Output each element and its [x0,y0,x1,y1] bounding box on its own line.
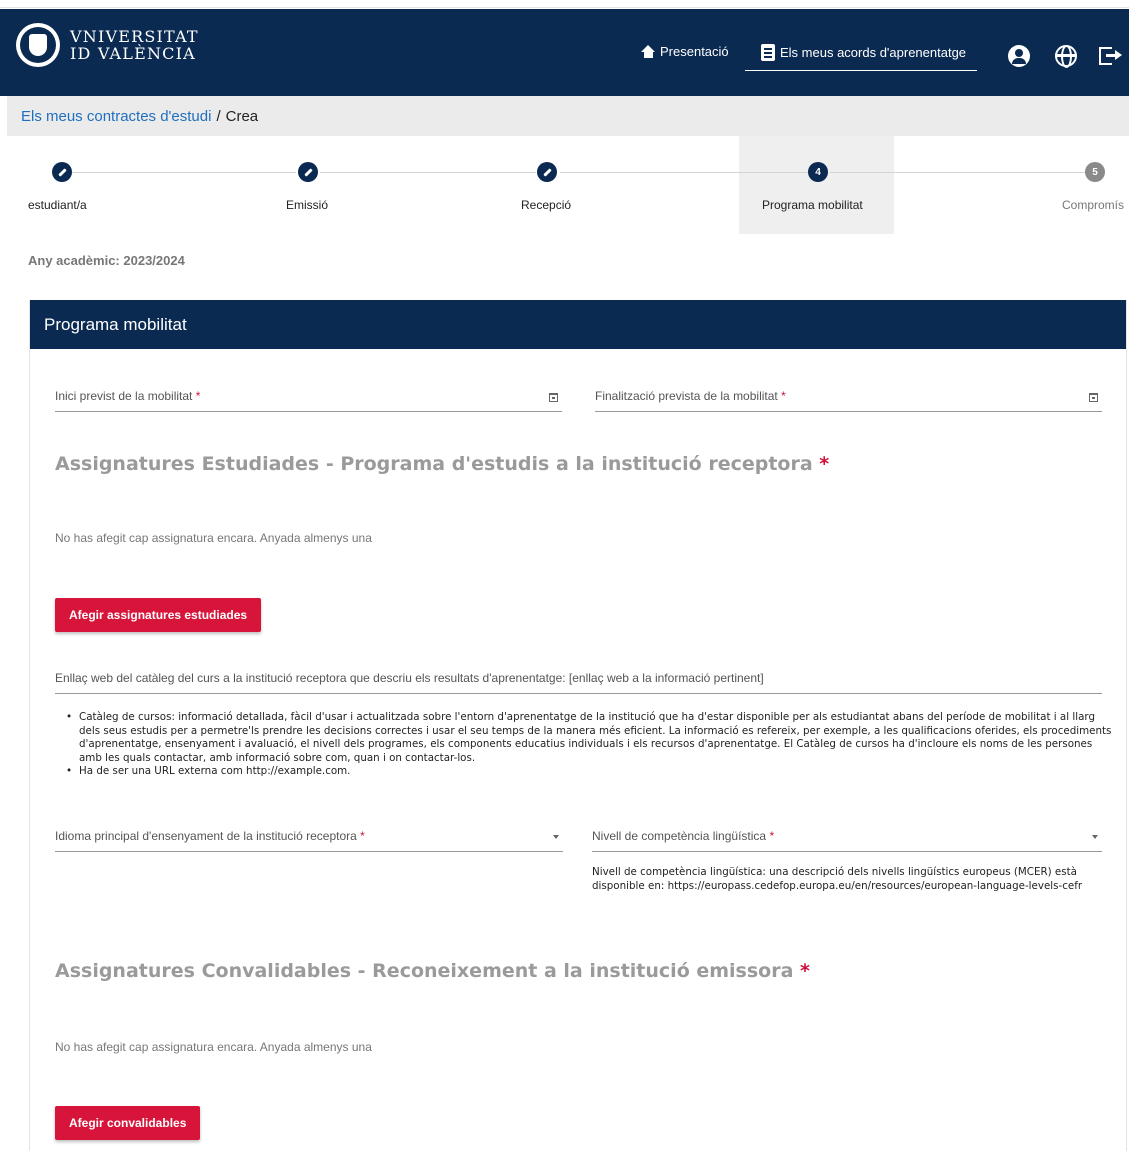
step-connector [560,172,808,173]
academic-year: Any acadèmic: 2023/2024 [28,253,185,268]
end-date-field[interactable]: Finalització prevista de la mobilitat * [595,389,1102,412]
step-5-number[interactable]: 5 [1085,162,1105,182]
mobility-program-card: Programa mobilitat Inici previst de la m… [29,300,1127,1151]
home-icon [641,45,656,58]
catalog-link-field[interactable]: Enllaç web del catàleg del curs a la ins… [55,671,1102,694]
convalidables-empty-message: No has afegit cap assignatura encara. An… [55,1040,372,1054]
language-level-label: Nivell de competència lingüística * [592,829,775,843]
catalog-help-item: Ha de ser una URL externa com http://exa… [64,765,1114,779]
step-connector [72,172,296,173]
language-level-select[interactable]: Nivell de competència lingüística * [592,829,1102,852]
nav-acords[interactable]: Els meus acords d'aprenentatge [745,35,977,71]
step-4-label[interactable]: Programa mobilitat [762,198,863,212]
catalog-help-list: Catàleg de cursos: informació detallada,… [64,711,1114,779]
teaching-language-label: Idioma principal d'ensenyament de la ins… [55,829,365,843]
user-icon[interactable] [1008,45,1030,67]
step-1-edit-icon[interactable] [52,162,72,182]
step-5-label[interactable]: Compromís [1062,198,1124,212]
start-date-label: Inici previst de la mobilitat * [55,389,201,403]
nav-presentacio-label: Presentació [660,44,729,59]
step-3-edit-icon[interactable] [537,162,557,182]
studied-subjects-title: Assignatures Estudiades - Programa d'est… [55,453,830,475]
logo-line-2: ID VALÈNCIA [70,44,196,63]
top-strip [0,0,1129,8]
studied-empty-message: No has afegit cap assignatura encara. An… [55,531,372,545]
step-active-highlight [739,136,894,234]
logout-icon[interactable] [1099,45,1123,67]
breadcrumb-link-contractes[interactable]: Els meus contractes d'estudi [21,108,211,125]
breadcrumb-current: Crea [225,107,259,125]
nav-presentacio[interactable]: Presentació [641,44,729,59]
add-convalidables-button[interactable]: Afegir convalidables [55,1106,201,1140]
step-connector [830,172,1085,173]
catalog-link-label: Enllaç web del catàleg del curs a la ins… [55,671,764,685]
catalog-help-item: Catàleg de cursos: informació detallada,… [64,711,1114,765]
app-header: VNIVERSITAT ID VALÈNCIA Presentació Els … [0,9,1129,96]
convalidable-subjects-title: Assignatures Convalidables - Reconeixeme… [55,960,810,982]
university-logo[interactable]: VNIVERSITAT ID VALÈNCIA [16,23,199,67]
step-connector [320,172,536,173]
clipboard-icon [761,44,775,61]
language-level-helper: Nivell de competència lingüística: una d… [592,866,1083,892]
start-date-field[interactable]: Inici previst de la mobilitat * [55,389,562,412]
calendar-icon[interactable] [1089,393,1098,402]
calendar-icon[interactable] [549,393,558,402]
step-2-edit-icon[interactable] [298,162,318,182]
chevron-down-icon [553,835,559,839]
stepper: estudiant/a Emissió Recepció 4 Programa … [0,136,1129,236]
breadcrumb-separator: / [216,107,221,125]
university-seal-icon [16,23,60,67]
teaching-language-select[interactable]: Idioma principal d'ensenyament de la ins… [55,829,563,852]
step-4-number[interactable]: 4 [808,162,828,182]
logo-text: VNIVERSITAT ID VALÈNCIA [70,28,199,62]
nav-acords-label: Els meus acords d'aprenentatge [780,45,967,60]
globe-icon[interactable] [1055,45,1077,68]
breadcrumb: Els meus contractes d'estudi / Crea [7,96,1129,136]
end-date-label: Finalització prevista de la mobilitat * [595,389,786,403]
step-2-label[interactable]: Emissió [286,198,328,212]
add-studied-subjects-button[interactable]: Afegir assignatures estudiades [55,598,262,632]
chevron-down-icon [1092,835,1098,839]
step-3-label[interactable]: Recepció [521,198,571,212]
step-1-label[interactable]: estudiant/a [28,198,87,212]
card-title: Programa mobilitat [30,300,1126,349]
logo-line-1: VNIVERSITAT [70,27,199,46]
